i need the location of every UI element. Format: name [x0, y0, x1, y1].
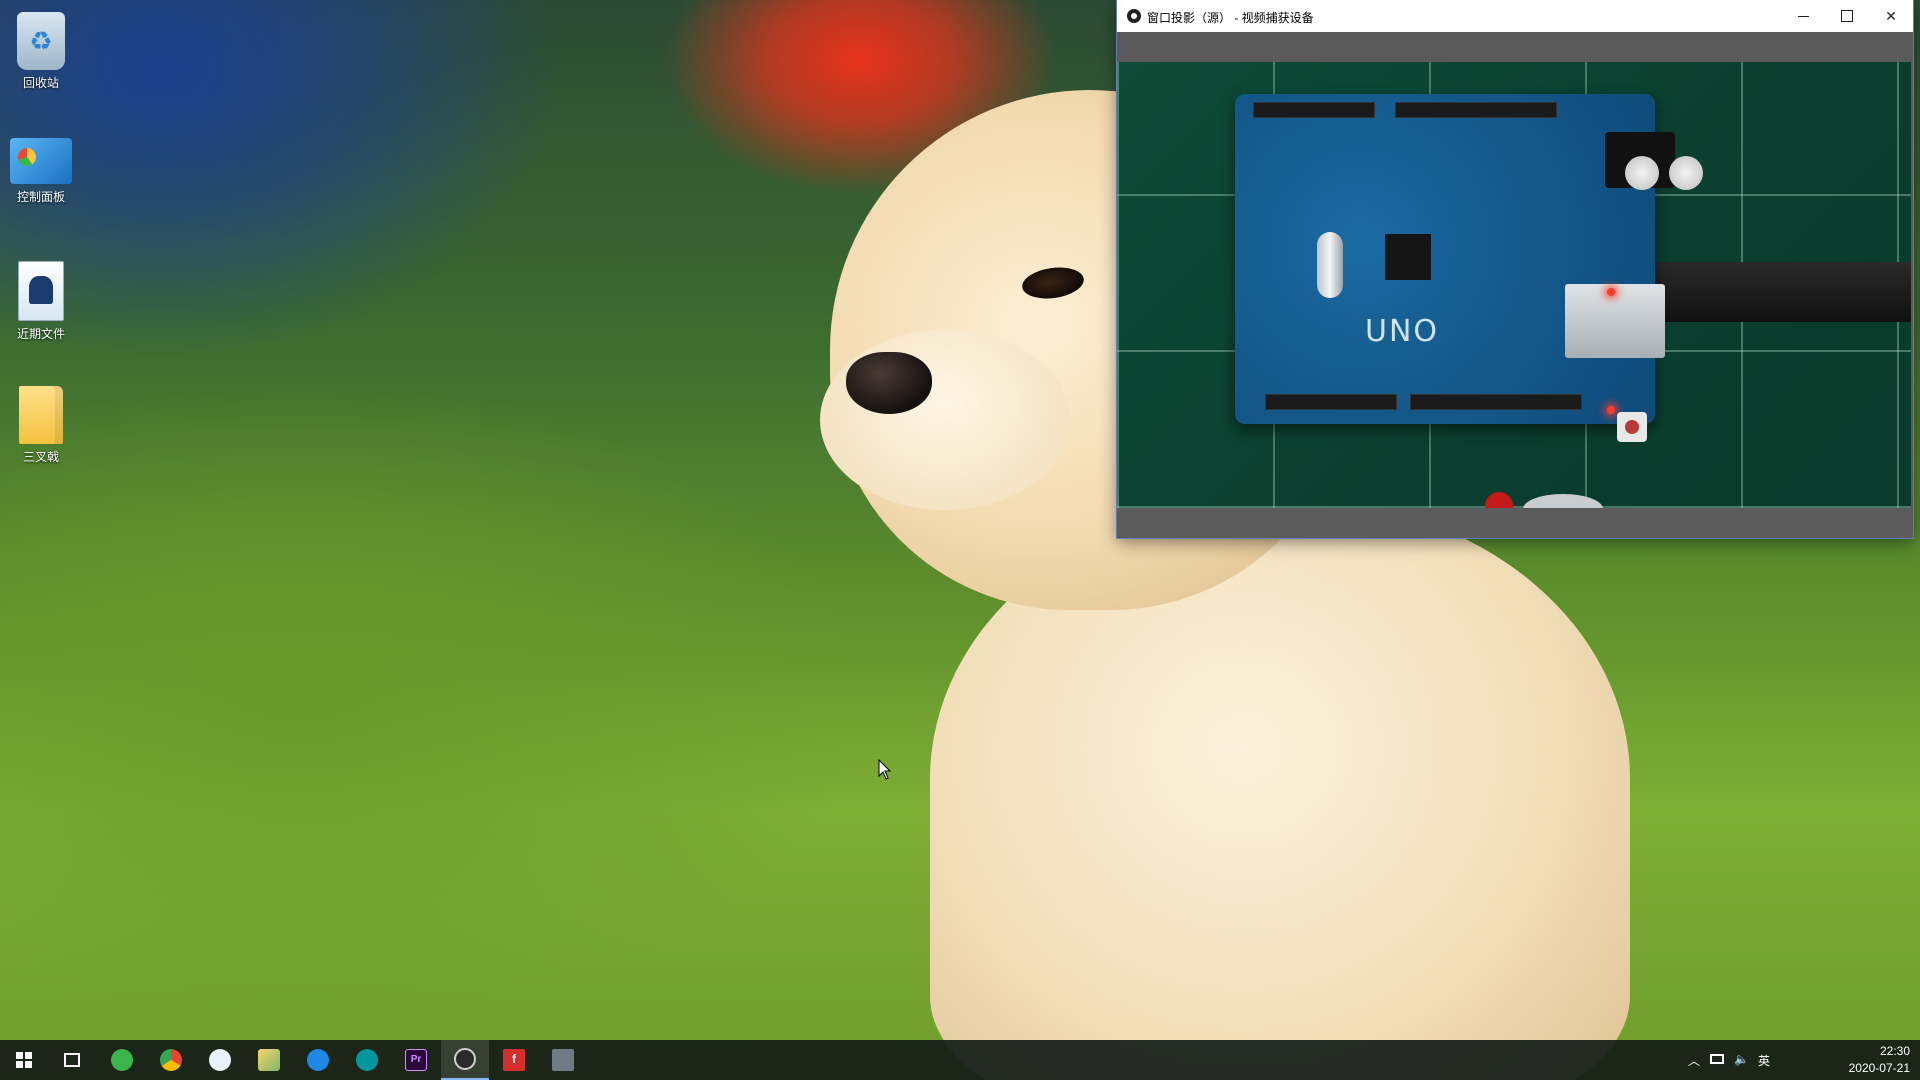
capacitor — [1625, 156, 1659, 190]
taskbar-app-flash[interactable]: f — [490, 1040, 538, 1080]
desktop-icon-label: 三叉戟 — [22, 450, 59, 464]
taskbar-app-green[interactable] — [98, 1040, 146, 1080]
wallpaper-puppy-muzzle — [820, 330, 1070, 510]
pin-header — [1395, 102, 1557, 118]
start-icon — [16, 1052, 32, 1068]
network-icon[interactable] — [1710, 1054, 1724, 1064]
input-method-indicator[interactable]: 英 — [1758, 1052, 1770, 1069]
system-tray: ︿ 🔈 英 22:30 2020-07-21 — [1680, 1040, 1920, 1080]
coin — [1523, 494, 1603, 508]
board-label: UNO — [1365, 314, 1440, 349]
wallpaper-puppy-nose — [846, 352, 932, 414]
minimize-button[interactable] — [1781, 0, 1825, 32]
desktop-icon-folder[interactable]: 三叉戟 — [6, 380, 76, 465]
browser-icon — [307, 1049, 329, 1071]
recycle-bin-icon — [17, 12, 65, 70]
clock-time[interactable]: 22:30 — [1830, 1044, 1910, 1058]
microcontroller-chip — [1385, 234, 1431, 280]
led-indicator — [1607, 288, 1615, 296]
desktop-icon-recycle-bin[interactable]: 回收站 — [6, 6, 76, 91]
video-feed: UNO — [1117, 62, 1911, 508]
crystal-oscillator — [1317, 232, 1343, 298]
arduino-icon — [356, 1049, 378, 1071]
taskbar-app-chrome[interactable] — [147, 1040, 195, 1080]
video-capture-area: UNO — [1117, 32, 1913, 538]
obs-icon — [454, 1048, 476, 1070]
obs-icon — [1127, 9, 1141, 23]
flash-letter: f — [512, 1052, 516, 1066]
media-player-icon — [209, 1049, 231, 1071]
window-projector[interactable]: 窗口投影（源） - 视频捕获设备 UNO — [1117, 0, 1913, 538]
desktop-icon-label: 回收站 — [22, 76, 59, 90]
maximize-button[interactable] — [1825, 0, 1869, 32]
task-view-icon — [64, 1053, 80, 1067]
recent-files-icon — [18, 261, 64, 321]
start-button[interactable] — [0, 1040, 48, 1080]
taskbar-app-media-player[interactable] — [196, 1040, 244, 1080]
desktop-icon-recent-files[interactable]: 近期文件 — [6, 255, 76, 342]
taskbar-app-arduino[interactable] — [343, 1040, 391, 1080]
desktop-icon-label: 近期文件 — [16, 327, 65, 341]
video-bottom-bar — [1117, 508, 1913, 538]
app-green-icon — [111, 1049, 133, 1071]
taskbar-app-image-viewer[interactable] — [245, 1040, 293, 1080]
close-button[interactable] — [1869, 0, 1913, 32]
task-view-button[interactable] — [48, 1040, 96, 1080]
taskbar-app-premiere[interactable]: Pr — [392, 1040, 440, 1080]
arduino-board: UNO — [1235, 94, 1703, 424]
desktop-icon-control-panel[interactable]: 控制面板 — [6, 130, 76, 205]
control-panel-icon — [10, 138, 72, 184]
desktop-icon-label: 控制面板 — [16, 190, 65, 204]
reset-button-hardware — [1617, 412, 1647, 442]
taskbar-app-monitor[interactable] — [539, 1040, 587, 1080]
led-indicator — [1607, 406, 1615, 414]
premiere-letter: Pr — [410, 1054, 422, 1065]
taskbar-app-obs[interactable] — [441, 1040, 489, 1080]
pin-header — [1265, 394, 1397, 410]
desktop: 回收站 控制面板 近期文件 三叉戟 窗口投影（源） - 视频捕获设备 — [0, 0, 1920, 1080]
taskbar-app-browser[interactable] — [294, 1040, 342, 1080]
pin-header — [1410, 394, 1582, 410]
chevron-up-icon[interactable]: ︿ — [1688, 1052, 1700, 1069]
window-title: 窗口投影（源） - 视频捕获设备 — [1147, 11, 1314, 25]
image-viewer-icon — [258, 1049, 280, 1071]
folder-icon — [19, 386, 63, 444]
red-led-component — [1485, 492, 1513, 508]
volume-icon[interactable]: 🔈 — [1734, 1052, 1749, 1066]
pin-header — [1253, 102, 1375, 118]
taskbar: Pr f ︿ 🔈 英 22:30 2020-07-21 — [0, 1040, 1920, 1080]
window-titlebar[interactable]: 窗口投影（源） - 视频捕获设备 — [1117, 0, 1913, 32]
flash-icon: f — [503, 1049, 525, 1071]
capacitor — [1669, 156, 1703, 190]
usb-jack — [1565, 284, 1665, 358]
premiere-icon: Pr — [405, 1049, 427, 1071]
clock-date[interactable]: 2020-07-21 — [1820, 1061, 1910, 1075]
chrome-icon — [160, 1049, 182, 1071]
monitor-icon — [552, 1049, 574, 1071]
